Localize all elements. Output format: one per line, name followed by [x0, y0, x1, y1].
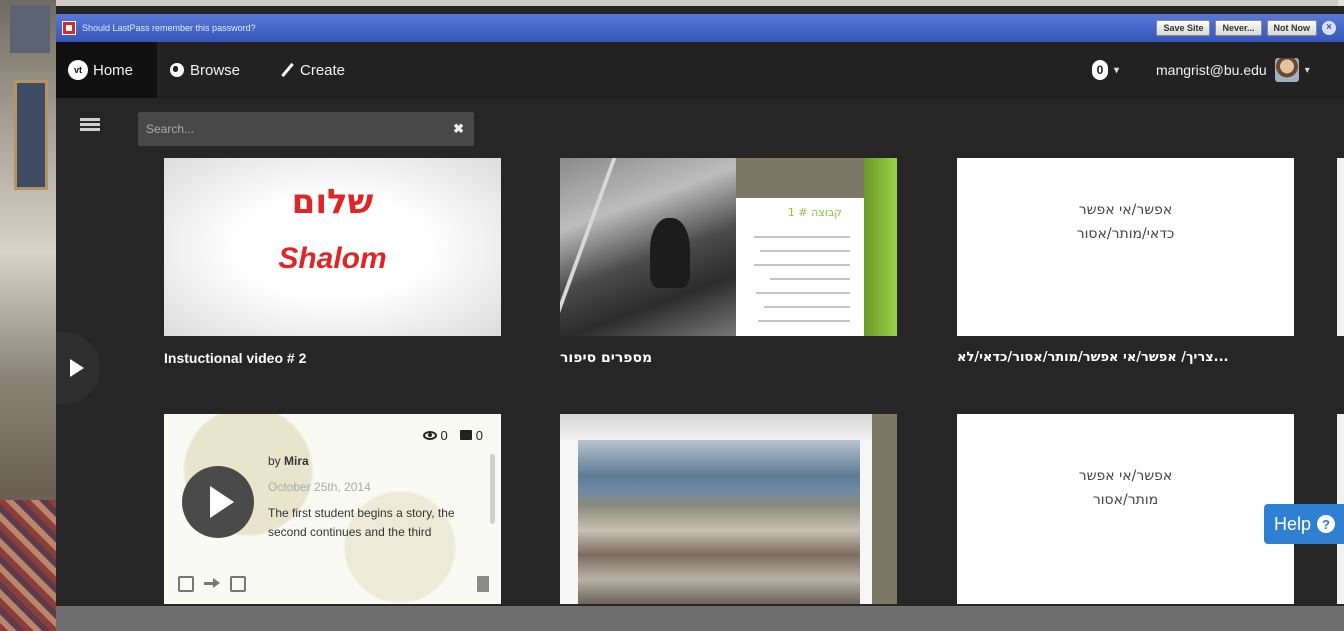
avatar — [1274, 58, 1299, 82]
chevron-down-icon: ▾ — [1304, 64, 1310, 76]
card-latin-text: Shalom — [278, 242, 387, 275]
comments-count: 0 — [475, 428, 483, 443]
nav-browse[interactable]: Browse — [170, 42, 240, 98]
wall-picture — [10, 5, 50, 53]
panel-title: קבוצה # 1 — [787, 206, 842, 219]
footer-bar — [56, 606, 1344, 631]
card-text-panel: קבוצה # 1 — [736, 158, 864, 336]
wall-painting — [14, 80, 48, 190]
save-site-button[interactable]: Save Site — [1156, 20, 1211, 36]
thread-card-instructional-video[interactable]: שלום Shalom — [164, 158, 501, 336]
share-icon[interactable] — [204, 576, 220, 592]
city-photo — [578, 440, 860, 604]
close-icon[interactable]: × — [1322, 21, 1336, 35]
help-button[interactable]: Help ? — [1264, 504, 1344, 544]
nav-create-label: Create — [300, 61, 346, 79]
card-title[interactable]: ...צריך/ אפשר/אי אפשר/מותר/אסור/כדאי/לא — [957, 350, 1294, 365]
card-actions — [178, 576, 246, 592]
card-description: The first student begins a story, the se… — [268, 506, 455, 546]
card-text: אפשר/אי אפשר כדאי/מותר/אסור — [1076, 202, 1175, 242]
user-menu[interactable]: mangrist@bu.edu ▾ — [1156, 42, 1310, 98]
thread-card-grammar-2[interactable]: אפשר/אי אפשר מותר/אסור — [957, 414, 1294, 604]
question-icon: ? — [1317, 515, 1336, 533]
card-title[interactable]: Instuctional video # 2 — [164, 350, 306, 366]
notification-count: 0 — [1092, 60, 1108, 80]
thread-card-grammar[interactable]: אפשר/אי אפשר כדאי/מותר/אסור — [957, 158, 1294, 336]
nav-home-label: Home — [93, 61, 134, 79]
eye-icon — [422, 431, 437, 440]
search-input[interactable] — [146, 112, 436, 146]
nav-home[interactable]: vt Home — [56, 42, 157, 98]
globe-icon — [170, 63, 184, 77]
card-stats: 0 0 — [422, 428, 483, 443]
not-now-button[interactable]: Not Now — [1266, 20, 1317, 36]
play-button[interactable] — [182, 466, 254, 538]
help-label: Help — [1274, 513, 1312, 534]
edit-icon[interactable] — [178, 576, 194, 592]
clear-search-icon[interactable]: ✖ — [453, 121, 464, 137]
views-count: 0 — [440, 428, 448, 443]
scrollbar[interactable] — [490, 454, 495, 524]
card-date: October 25th, 2014 — [268, 480, 371, 494]
search-box: ✖ — [138, 112, 474, 146]
nav-create[interactable]: Create — [280, 42, 345, 98]
lastpass-icon — [62, 21, 76, 35]
next-card-peek[interactable] — [1337, 158, 1344, 336]
play-icon[interactable] — [56, 332, 100, 404]
card-text: אפשר/אי אפשר מותר/אסור — [1078, 468, 1173, 508]
chevron-down-icon: ▾ — [1114, 64, 1120, 76]
vt-logo-icon: vt — [68, 60, 88, 80]
lastpass-notification-bar: Should LastPass remember this password? … — [56, 14, 1344, 42]
lastpass-actions: Save Site Never... Not Now × — [1156, 20, 1336, 36]
trash-icon[interactable] — [477, 576, 489, 592]
notifications-menu[interactable]: 0 ▾ — [1092, 42, 1119, 98]
thread-card-story[interactable]: קבוצה # 1 — [560, 158, 897, 336]
card-photo — [560, 158, 736, 336]
comment-icon — [459, 430, 472, 440]
top-navigation: vt Home Browse Create 0 ▾ mangrist@bu.ed… — [56, 42, 1344, 98]
pencil-icon — [280, 63, 294, 77]
copy-icon[interactable] — [230, 576, 246, 592]
thread-card-details[interactable]: 0 0 by Mira October 25th, 2014 The first… — [164, 414, 501, 604]
card-hebrew-text: שלום — [291, 182, 374, 222]
user-email: mangrist@bu.edu — [1156, 62, 1267, 78]
background-photo — [0, 0, 56, 631]
card-title[interactable]: מספרים סיפור — [560, 350, 680, 366]
rug-pattern — [0, 500, 56, 631]
lastpass-prompt: Should LastPass remember this password? — [82, 23, 256, 33]
voicethread-window: Should LastPass remember this password? … — [56, 6, 1344, 631]
hamburger-menu-icon[interactable] — [80, 118, 100, 132]
never-button[interactable]: Never... — [1215, 20, 1262, 36]
thread-card-san-francisco[interactable] — [560, 414, 897, 604]
nav-browse-label: Browse — [190, 61, 241, 79]
card-author: by Mira — [268, 454, 309, 468]
